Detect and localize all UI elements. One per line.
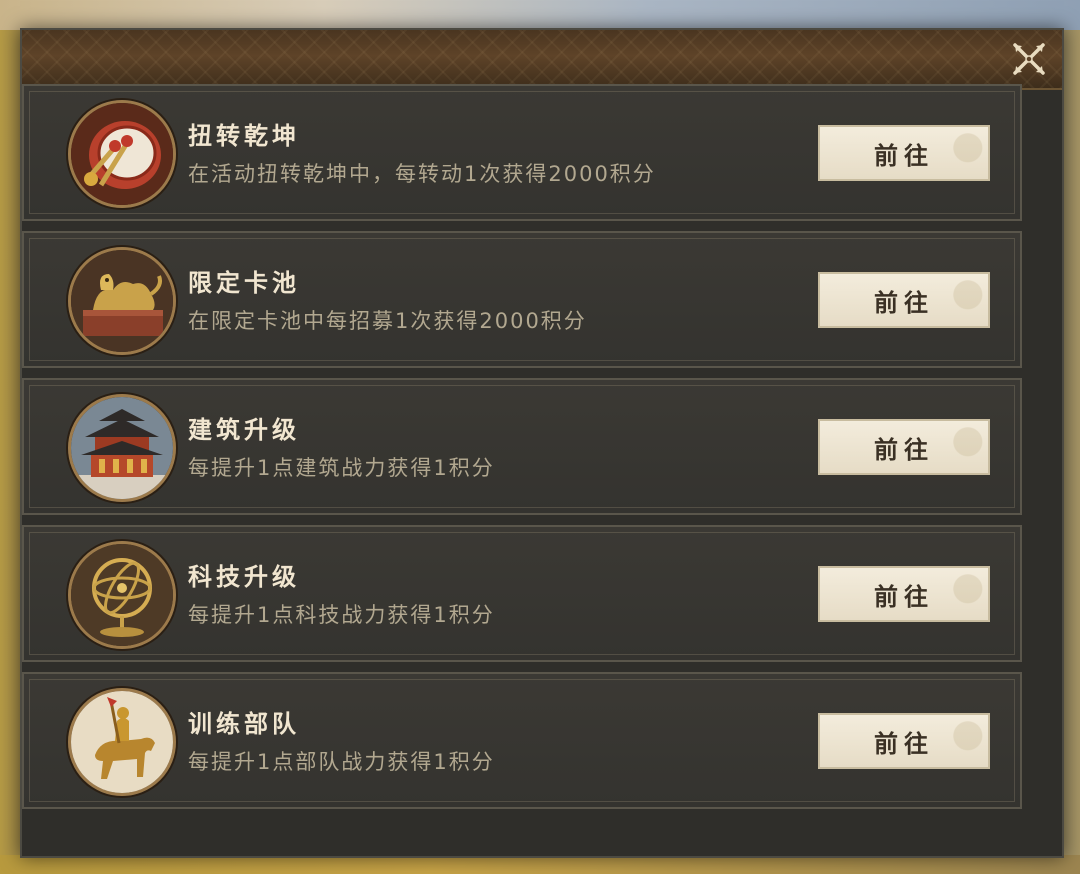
go-button[interactable]: 前往 xyxy=(818,419,990,475)
task-description: 在限定卡池中每招募1次获得2000积分 xyxy=(188,309,587,333)
war-drum-icon xyxy=(68,100,176,208)
golden-beast-seal-icon xyxy=(68,247,176,355)
go-button[interactable]: 前往 xyxy=(818,125,990,181)
task-title: 科技升级 xyxy=(188,563,300,591)
task-list: 扭转乾坤 在活动扭转乾坤中，每转动1次获得2000积分 前往 限定卡池 在限定卡… xyxy=(22,84,1022,819)
go-button[interactable]: 前往 xyxy=(818,566,990,622)
task-row-twist-fate: 扭转乾坤 在活动扭转乾坤中，每转动1次获得2000积分 前往 xyxy=(22,84,1022,221)
horseback-warrior-icon xyxy=(68,688,176,796)
task-row-building-upgrade: 建筑升级 每提升1点建筑战力获得1积分 前往 xyxy=(22,378,1022,515)
task-title: 建筑升级 xyxy=(188,416,300,444)
go-button[interactable]: 前往 xyxy=(818,272,990,328)
task-description: 每提升1点部队战力获得1积分 xyxy=(188,750,495,774)
task-title: 限定卡池 xyxy=(188,269,300,297)
task-title: 训练部队 xyxy=(188,710,300,738)
palace-building-icon xyxy=(68,394,176,502)
task-description: 在活动扭转乾坤中，每转动1次获得2000积分 xyxy=(188,162,656,186)
background-scene-top xyxy=(0,0,1080,30)
task-title: 扭转乾坤 xyxy=(188,122,300,150)
crossed-close-icon xyxy=(1013,43,1045,75)
task-row-tech-upgrade: 科技升级 每提升1点科技战力获得1积分 前往 xyxy=(22,525,1022,662)
task-row-limited-pool: 限定卡池 在限定卡池中每招募1次获得2000积分 前往 xyxy=(22,231,1022,368)
dialog-header xyxy=(22,30,1062,90)
task-row-train-troops: 训练部队 每提升1点部队战力获得1积分 前往 xyxy=(22,672,1022,809)
task-description: 每提升1点建筑战力获得1积分 xyxy=(188,456,495,480)
armillary-sphere-icon xyxy=(68,541,176,649)
close-button[interactable] xyxy=(1012,42,1046,76)
go-button[interactable]: 前往 xyxy=(818,713,990,769)
task-description: 每提升1点科技战力获得1积分 xyxy=(188,603,495,627)
